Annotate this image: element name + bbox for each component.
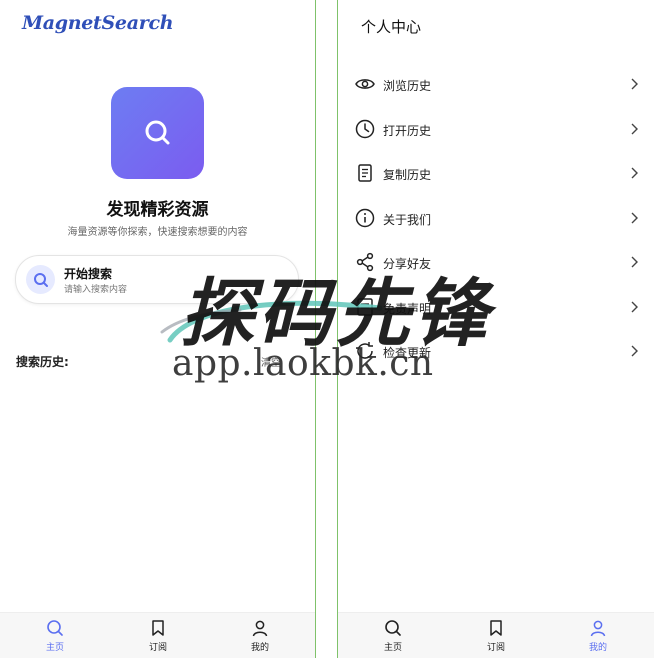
- start-search-button[interactable]: 开始搜索 请输入搜索内容: [15, 255, 299, 304]
- bottom-nav: 主页 订阅 我的: [0, 612, 315, 658]
- search-icon: [33, 272, 48, 287]
- nav-item-subscribe[interactable]: 订阅: [466, 619, 526, 653]
- chevron-right-icon: [631, 345, 638, 357]
- bookmark-icon: [152, 620, 164, 636]
- chevron-right-icon: [631, 256, 638, 268]
- nav-item-profile[interactable]: 我的: [230, 619, 290, 653]
- refresh-icon: [357, 342, 373, 359]
- menu-item-browse-history[interactable]: 浏览历史: [354, 66, 644, 102]
- nav-label-profile: 我的: [588, 643, 607, 653]
- document-icon: [357, 298, 373, 316]
- search-icon: [385, 620, 401, 636]
- share-icon: [356, 252, 374, 272]
- clear-history-button[interactable]: 清空: [261, 354, 281, 369]
- user-icon: [590, 620, 606, 637]
- nav-label-subscribe: 订阅: [148, 643, 167, 653]
- hero-search-badge: [111, 87, 204, 179]
- search-icon-circle: [26, 265, 55, 294]
- panel-gap: [317, 0, 337, 658]
- menu-item-disclaimer[interactable]: 免责声明: [354, 289, 644, 325]
- search-history-label: 搜索历史:: [16, 355, 69, 369]
- menu-label: 浏览历史: [383, 79, 432, 93]
- menu-item-check-update[interactable]: 检查更新: [354, 333, 644, 369]
- nav-item-subscribe[interactable]: 订阅: [128, 619, 188, 653]
- eye-icon: [355, 79, 375, 89]
- copy-icon: [358, 164, 372, 182]
- info-icon: [355, 208, 375, 228]
- menu-item-about-us[interactable]: 关于我们: [354, 200, 644, 236]
- search-card-hint: 请输入搜索内容: [64, 285, 128, 295]
- menu-label: 分享好友: [383, 257, 432, 271]
- hero-title: 发现精彩资源: [106, 200, 209, 220]
- menu-item-share[interactable]: 分享好友: [354, 244, 644, 280]
- home-screen: MagnetSearch 发现精彩资源 海量资源等你探索，快速搜索想要的内容 开…: [0, 0, 315, 658]
- profile-screen: 个人中心 浏览历史 打开历史 复制历史 关于我们 分享好友 免责声明 检查更新 …: [338, 0, 654, 658]
- menu-label: 检查更新: [383, 346, 432, 360]
- menu-label: 复制历史: [383, 168, 432, 182]
- user-icon: [252, 620, 268, 637]
- nav-label-home: 主页: [45, 643, 64, 653]
- nav-label-subscribe: 订阅: [486, 643, 505, 653]
- nav-item-home[interactable]: 主页: [363, 619, 423, 653]
- nav-label-profile: 我的: [250, 643, 269, 653]
- chevron-right-icon: [631, 167, 638, 179]
- search-icon: [145, 120, 169, 145]
- chevron-right-icon: [631, 78, 638, 90]
- page-title: 个人中心: [361, 18, 422, 36]
- nav-item-profile[interactable]: 我的: [568, 619, 628, 653]
- panel-divider: [315, 0, 316, 658]
- search-icon: [47, 620, 63, 636]
- chevron-right-icon: [631, 301, 638, 313]
- app-logo: MagnetSearch: [22, 12, 174, 34]
- bottom-nav: 主页 订阅 我的: [338, 612, 654, 658]
- menu-label: 免责声明: [383, 302, 432, 316]
- chevron-right-icon: [631, 212, 638, 224]
- hero-subtitle: 海量资源等你探索，快速搜索想要的内容: [67, 227, 248, 238]
- nav-label-home: 主页: [383, 643, 402, 653]
- menu-item-copy-history[interactable]: 复制历史: [354, 155, 644, 191]
- menu-item-open-history[interactable]: 打开历史: [354, 111, 644, 147]
- menu-label: 打开历史: [383, 124, 432, 138]
- menu-label: 关于我们: [383, 213, 432, 227]
- nav-item-home[interactable]: 主页: [25, 619, 85, 653]
- clock-icon: [355, 119, 375, 139]
- chevron-right-icon: [631, 123, 638, 135]
- bookmark-icon: [490, 620, 502, 636]
- search-card-title: 开始搜索: [64, 267, 113, 281]
